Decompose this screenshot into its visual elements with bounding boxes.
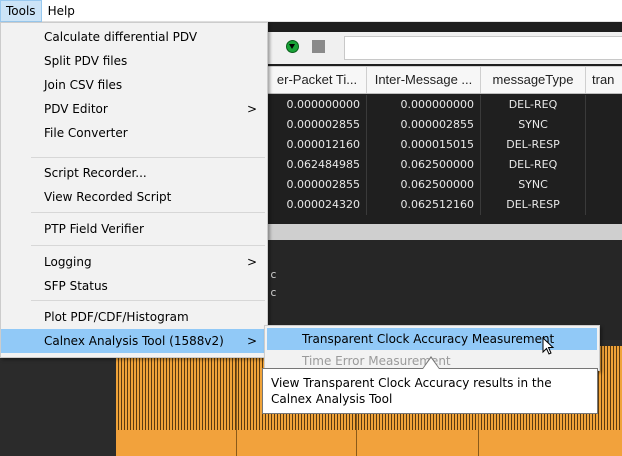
menu-item-script-recorder[interactable]: Script Recorder... [1, 161, 267, 185]
menu-tools[interactable]: Tools [0, 0, 42, 22]
menu-item-file-converter[interactable]: File Converter [1, 121, 267, 145]
menu-item-join-csv-files[interactable]: Join CSV files [1, 73, 267, 97]
log-label: c [270, 268, 277, 281]
menu-item-sfp-status[interactable]: SFP Status [1, 274, 267, 298]
submenu-arrow-icon: > [246, 102, 257, 116]
tools-menu: Calculate differential PDV Split PDV fil… [0, 22, 268, 358]
table-row[interactable]: 0.062484985 0.062500000 DEL-REQ [268, 155, 622, 175]
cell-inter-packet: 0.000002855 [268, 115, 367, 135]
cell-inter-message: 0.000015015 [367, 135, 481, 155]
table-row[interactable]: 0.000002855 0.062500000 SYNC [268, 175, 622, 195]
table-row[interactable]: 0.000002855 0.000002855 SYNC [268, 115, 622, 135]
menu-item-label: Calnex Analysis Tool (1588v2) [44, 334, 224, 348]
app-toolbar [268, 32, 622, 64]
menu-item-label: Join CSV files [44, 78, 123, 92]
table-scrollbar[interactable] [268, 224, 622, 240]
menu-item-label: Plot PDF/CDF/Histogram [44, 310, 189, 324]
cell-inter-packet: 0.000024320 [268, 195, 367, 215]
menu-item-split-pdv-files[interactable]: Split PDV files [1, 49, 267, 73]
menu-separator [31, 157, 265, 158]
menu-separator [31, 212, 265, 213]
menu-item-calculate-differential-pdv[interactable]: Calculate differential PDV [1, 25, 267, 49]
table-header: er-Packet Ti... Inter-Message ... messag… [268, 66, 622, 94]
cell-message-type: DEL-REQ [481, 155, 586, 175]
menu-item-ptp-field-verifier[interactable]: PTP Field Verifier [1, 217, 267, 241]
menu-item-label: Calculate differential PDV [44, 30, 198, 44]
log-label: c [270, 286, 277, 299]
cell-inter-message: 0.062500000 [367, 155, 481, 175]
menu-item-pdv-editor[interactable]: PDV Editor > [1, 97, 267, 121]
menu-item-label: File Converter [44, 126, 128, 140]
menu-item-label: PTP Field Verifier [44, 222, 144, 236]
menu-item-label: View Recorded Script [44, 190, 172, 204]
tooltip: View Transparent Clock Accuracy results … [262, 368, 598, 414]
menu-item-view-recorded-script[interactable]: View Recorded Script [1, 185, 267, 209]
column-header-tran[interactable]: tran [586, 67, 622, 93]
cell-inter-message: 0.000000000 [367, 95, 481, 115]
cell-inter-packet: 0.000000000 [268, 95, 367, 115]
menu-separator [31, 300, 265, 301]
submenu-arrow-icon: > [246, 255, 257, 269]
cell-inter-message: 0.062512160 [367, 195, 481, 215]
menu-item-label: Logging [44, 255, 92, 269]
cell-message-type: SYNC [481, 115, 586, 135]
cell-message-type: DEL-RESP [481, 195, 586, 215]
cell-message-type: DEL-REQ [481, 95, 586, 115]
menu-item-label: Script Recorder... [44, 166, 147, 180]
plot-gridline [236, 346, 237, 456]
cell-inter-packet: 0.000012160 [268, 135, 367, 155]
column-header-inter-message[interactable]: Inter-Message ... [367, 67, 481, 93]
packet-table: er-Packet Ti... Inter-Message ... messag… [268, 64, 622, 224]
menu-item-calnex-analysis-tool[interactable]: Calnex Analysis Tool (1588v2) > [1, 329, 267, 353]
cell-inter-message: 0.062500000 [367, 175, 481, 195]
table-row[interactable]: 0.000024320 0.062512160 DEL-RESP [268, 195, 622, 215]
cell-inter-packet: 0.062484985 [268, 155, 367, 175]
menu-item-label: Split PDV files [44, 54, 128, 68]
stop-icon[interactable] [312, 40, 325, 53]
menu-bar: Tools Help [0, 0, 622, 22]
column-header-message-type[interactable]: messageType [481, 67, 586, 93]
table-row[interactable]: 0.000012160 0.000015015 DEL-RESP [268, 135, 622, 155]
menu-help[interactable]: Help [42, 0, 81, 22]
menu-item-plot-pdf-cdf-histogram[interactable]: Plot PDF/CDF/Histogram [1, 305, 267, 329]
table-row[interactable]: 0.000000000 0.000000000 DEL-REQ [268, 95, 622, 115]
run-icon[interactable] [286, 40, 299, 53]
cell-message-type: SYNC [481, 175, 586, 195]
cell-inter-packet: 0.000002855 [268, 175, 367, 195]
submenu-arrow-icon: > [246, 334, 257, 348]
mouse-cursor-icon [542, 337, 555, 355]
tooltip-pointer-fill [423, 358, 439, 369]
histogram-base [116, 430, 622, 456]
menu-item-logging[interactable]: Logging > [1, 250, 267, 274]
menu-item-label: PDV Editor [44, 102, 108, 116]
toolbar-field[interactable] [344, 36, 622, 60]
column-header-inter-packet[interactable]: er-Packet Ti... [268, 67, 367, 93]
cell-inter-message: 0.000002855 [367, 115, 481, 135]
menu-item-label: SFP Status [44, 279, 108, 293]
menu-separator [31, 245, 265, 246]
cell-message-type: DEL-RESP [481, 135, 586, 155]
